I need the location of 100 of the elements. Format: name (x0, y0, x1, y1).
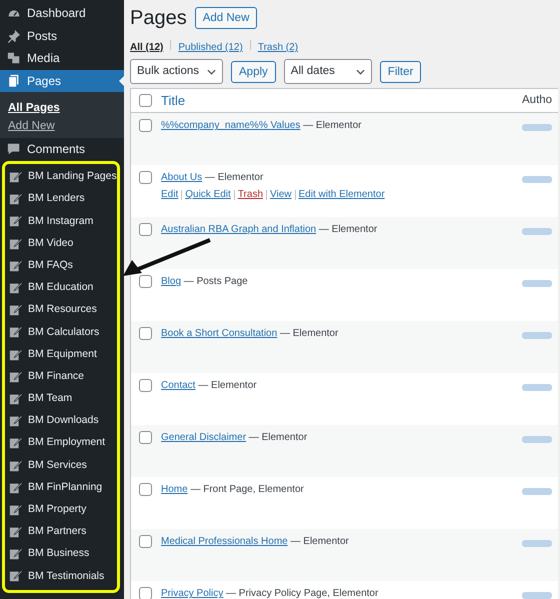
blurred-author-text (522, 228, 552, 236)
row-checkbox[interactable] (139, 483, 152, 496)
page-title-link[interactable]: Contact (161, 380, 196, 392)
edit-icon (9, 480, 23, 495)
sidebar-item[interactable]: BM Education (5, 276, 117, 300)
row-checkbox[interactable] (139, 327, 152, 340)
row-action-link[interactable]: Edit with Elementor (298, 189, 385, 200)
column-header: Autho (522, 93, 554, 108)
sidebar-item[interactable]: Media (0, 47, 124, 70)
sidebar-item[interactable]: Pages (0, 70, 124, 92)
sidebar-item[interactable]: BM Finance (5, 366, 117, 388)
edit-icon (9, 502, 23, 517)
edit-icon (9, 348, 23, 362)
sidebar-item[interactable]: Comments (0, 138, 124, 160)
page-title: Pages (130, 6, 187, 30)
page-title-link[interactable]: Book a Short Consultation (161, 328, 278, 340)
sidebar-item[interactable]: BM Calculators (5, 321, 117, 344)
blurred-author-text (522, 592, 552, 599)
row-checkbox[interactable] (139, 431, 152, 444)
pushpin-icon (7, 28, 21, 43)
page-title-link[interactable]: Medical Professionals Home (161, 536, 288, 548)
sidebar-item[interactable]: Posts (0, 24, 124, 47)
sidebar-item[interactable]: BM Testimonials (5, 565, 117, 588)
sidebar-item[interactable]: BM Team (5, 388, 117, 410)
sidebar-item[interactable]: Dashboard (0, 2, 124, 24)
page-title-link[interactable]: Home (161, 484, 188, 496)
page-title-link[interactable]: Privacy Policy (161, 588, 224, 599)
row-checkbox[interactable] (139, 223, 152, 236)
blurred-author-text (522, 176, 552, 184)
row-action-link[interactable]: Edit (161, 189, 178, 200)
edit-icon (9, 436, 23, 450)
sidebar-item[interactable]: BM Instagram (5, 210, 117, 233)
sidebar-item[interactable]: BM FAQs (5, 254, 117, 277)
edit-icon (9, 392, 23, 406)
bulk-actions-dropdown[interactable]: Bulk actions (130, 59, 224, 84)
page-title-cell-text: About Us — Elementor (161, 171, 264, 184)
edit-icon (9, 236, 23, 251)
edit-icon (9, 192, 23, 206)
edit-icon (9, 547, 23, 562)
column-header[interactable]: Title (161, 91, 522, 110)
edit-icon (9, 258, 23, 273)
view-filter-link[interactable]: All (12) (130, 40, 164, 55)
filter-button[interactable]: Filter (380, 60, 422, 83)
caret-icon (356, 68, 365, 75)
row-checkbox[interactable] (139, 119, 152, 132)
sidebar-item[interactable]: BM Downloads (5, 410, 117, 432)
blurred-author-text (522, 332, 552, 340)
media-icon (7, 51, 21, 66)
page-title-cell-text: Home — Front Page, Elementor (161, 483, 305, 496)
submenu-item[interactable]: Add New (0, 116, 124, 134)
blurred-author-text (522, 384, 552, 392)
blurred-author-text (522, 280, 552, 288)
submenu-item[interactable]: All Pages (0, 98, 124, 116)
row-checkbox[interactable] (139, 535, 152, 548)
page-title-link[interactable]: General Disclaimer (161, 432, 246, 444)
edit-icon (9, 214, 23, 228)
sidebar-item[interactable]: BM Landing Pages (5, 166, 117, 188)
select-all-checkbox[interactable] (139, 94, 152, 108)
edit-icon (9, 370, 23, 384)
speech-bubble-icon (7, 142, 21, 156)
edit-icon (9, 170, 23, 184)
edit-icon (9, 281, 23, 296)
page-title-cell-text: Australian RBA Graph and Inflation — Elementor (161, 223, 378, 236)
sidebar-item[interactable]: BM Resources (5, 299, 117, 322)
edit-icon (9, 569, 23, 584)
blurred-author-text (522, 488, 552, 496)
page-title-cell-text: %%company_name%% Values — Elementor (161, 119, 362, 132)
row-action-link[interactable]: Quick Edit (185, 189, 231, 200)
row-checkbox[interactable] (139, 587, 152, 599)
sidebar-item[interactable]: BM Equipment (5, 344, 117, 366)
view-filter-link[interactable]: Trash (2) (258, 40, 298, 55)
sidebar-item[interactable]: BM Video (5, 232, 117, 255)
row-checkbox[interactable] (139, 171, 152, 184)
view-filter-link[interactable]: Published (12) (178, 40, 243, 55)
caret-icon (207, 68, 216, 75)
row-checkbox[interactable] (139, 379, 152, 392)
page-title-link[interactable]: %%company_name%% Values (161, 120, 300, 132)
pages-icon (7, 74, 21, 88)
page-title-cell-text: Medical Professionals Home — Elementor (161, 535, 350, 548)
edit-icon (9, 414, 23, 428)
sidebar-item[interactable]: BM Property (5, 498, 117, 521)
page-title-cell-text: Contact — Elementor (161, 379, 258, 392)
sidebar-item[interactable]: BM Lenders (5, 188, 117, 210)
sidebar-item[interactable]: BM Services (5, 454, 117, 477)
row-action-link[interactable]: View (270, 189, 292, 200)
sidebar-item[interactable]: BM Employment (5, 432, 117, 454)
sidebar-item[interactable]: BM Business (5, 543, 117, 566)
sidebar-item[interactable]: BM Partners (5, 521, 117, 544)
page-title-cell-text: General Disclaimer — Elementor (161, 431, 308, 444)
add-new-button[interactable]: Add New (194, 6, 258, 30)
page-title-link[interactable]: Australian RBA Graph and Inflation (161, 224, 316, 236)
sidebar-item[interactable]: BM FinPlanning (5, 476, 117, 499)
apply-button[interactable]: Apply (231, 60, 276, 83)
page-title-link[interactable]: Blog (161, 276, 182, 288)
dates-dropdown[interactable]: All dates (284, 59, 372, 84)
edit-icon (9, 458, 23, 473)
edit-icon (9, 525, 23, 540)
row-action-link[interactable]: Trash (238, 189, 264, 200)
row-checkbox[interactable] (139, 275, 152, 288)
page-title-link[interactable]: About Us (161, 172, 202, 184)
